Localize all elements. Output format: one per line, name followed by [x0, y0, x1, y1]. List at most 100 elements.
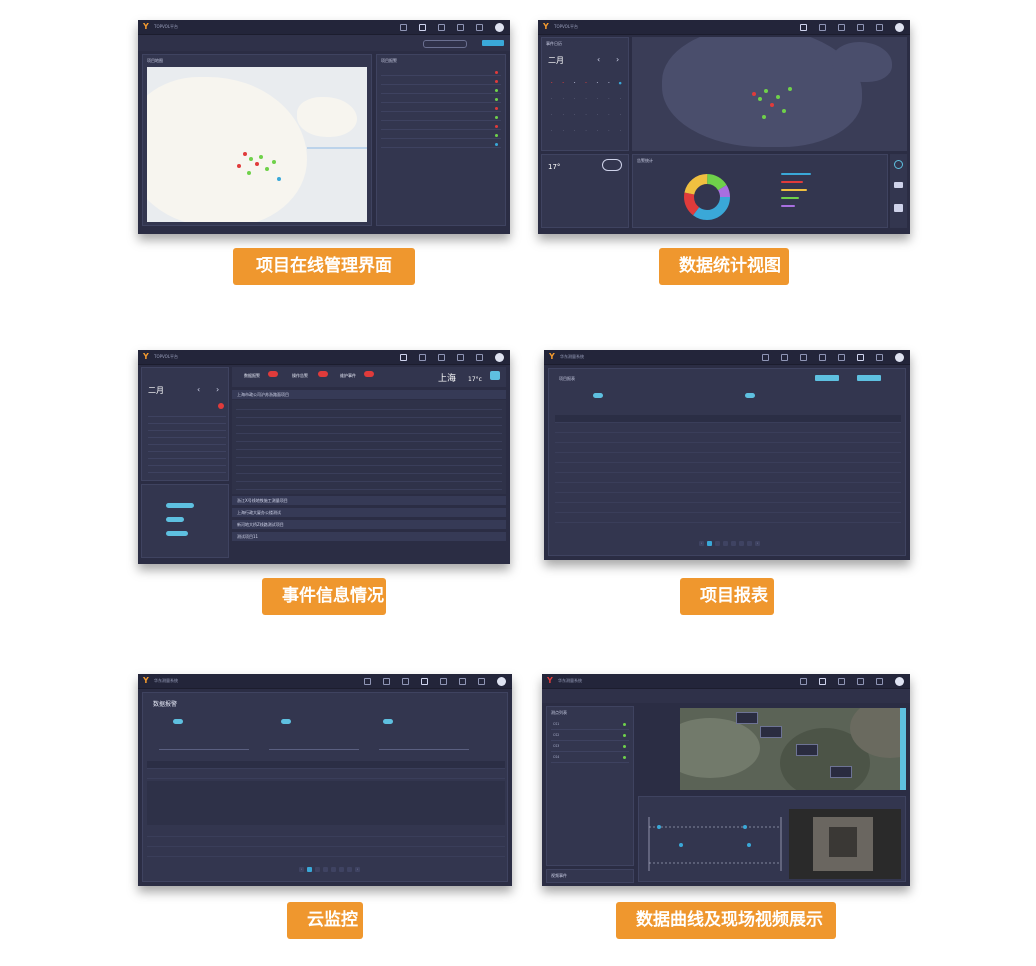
accordion-header[interactable]: 新河地大桥Z线路测试项目 — [232, 520, 506, 530]
list-icon[interactable] — [402, 677, 409, 685]
table-row[interactable] — [236, 450, 502, 458]
home-icon[interactable] — [800, 677, 807, 685]
list-item[interactable] — [381, 123, 501, 130]
home-icon[interactable] — [400, 23, 407, 31]
accordion-header[interactable]: 上海行政大厦办公楼测试 — [232, 508, 506, 518]
map-marker[interactable] — [259, 155, 263, 159]
donut-chart[interactable] — [677, 169, 737, 225]
report-icon[interactable] — [857, 353, 864, 361]
table-row[interactable] — [236, 466, 502, 474]
tab-data-alarm[interactable]: 数据报警 — [244, 373, 260, 379]
table-row[interactable] — [236, 474, 502, 482]
table-row[interactable] — [555, 425, 901, 433]
calendar-grid[interactable]: • • • • • • ● · · · · · · · · · · · · · · · · · · · · · — [546, 80, 626, 144]
gear-icon[interactable] — [476, 353, 483, 361]
map-marker[interactable] — [762, 115, 766, 119]
list-icon[interactable] — [819, 23, 826, 31]
list-item[interactable]: CS1 — [551, 721, 629, 730]
home-icon[interactable] — [781, 353, 788, 361]
tab-maintenance[interactable]: 维护事件 — [340, 373, 356, 379]
avatar[interactable] — [495, 352, 504, 362]
accordion-header[interactable]: 浙江X号线地铁施工测量项目 — [232, 496, 506, 506]
gear-icon[interactable] — [876, 677, 883, 685]
map-marker[interactable] — [277, 177, 281, 181]
car-icon[interactable] — [894, 182, 903, 188]
table-row[interactable] — [555, 455, 901, 463]
list-item[interactable] — [381, 114, 501, 121]
table-row[interactable] — [555, 475, 901, 483]
table-row[interactable] — [555, 435, 901, 443]
map-marker[interactable] — [752, 92, 756, 96]
table-row[interactable] — [555, 505, 901, 513]
avatar[interactable] — [495, 22, 504, 32]
table-row[interactable] — [555, 495, 901, 503]
monitor-icon[interactable] — [838, 677, 845, 685]
table-row[interactable] — [236, 418, 502, 426]
stats-map[interactable] — [632, 37, 907, 151]
curve-chart[interactable] — [645, 807, 785, 877]
map-marker[interactable] — [243, 152, 247, 156]
filter-select[interactable] — [379, 743, 469, 750]
table-row[interactable] — [236, 458, 502, 466]
monitor-icon[interactable] — [421, 677, 428, 685]
accordion-header[interactable]: 测试项目11 — [232, 532, 506, 542]
calendar-grid[interactable] — [148, 410, 226, 474]
table-row[interactable] — [147, 849, 505, 857]
briefcase-icon[interactable] — [838, 353, 845, 361]
monitor-icon[interactable] — [838, 23, 845, 31]
search-button[interactable] — [482, 40, 504, 46]
tab-operation-alarm[interactable]: 操作告警 — [292, 373, 308, 379]
project-map[interactable] — [147, 67, 367, 222]
next-month-icon[interactable]: › — [216, 385, 219, 394]
list-icon[interactable] — [419, 353, 426, 361]
filter-select[interactable] — [269, 743, 359, 750]
list-item[interactable] — [381, 87, 501, 94]
filter-select[interactable] — [159, 743, 249, 750]
home-icon[interactable] — [383, 677, 390, 685]
avatar[interactable] — [895, 22, 904, 32]
map-marker[interactable] — [247, 171, 251, 175]
map-marker[interactable] — [758, 97, 762, 101]
map-marker[interactable] — [249, 157, 253, 161]
back-icon[interactable] — [364, 677, 371, 685]
map-marker[interactable] — [776, 95, 780, 99]
map-marker[interactable] — [237, 164, 241, 168]
table-row[interactable] — [147, 771, 505, 779]
list-item[interactable]: CS2 — [551, 732, 629, 741]
list-item[interactable]: CS4 — [551, 754, 629, 763]
map-marker[interactable] — [272, 160, 276, 164]
map-marker[interactable] — [782, 109, 786, 113]
map-marker[interactable] — [265, 167, 269, 171]
settings-icon[interactable] — [894, 160, 903, 169]
briefcase-icon[interactable] — [457, 23, 464, 31]
gear-icon[interactable] — [478, 677, 485, 685]
briefcase-icon[interactable] — [440, 677, 447, 685]
satellite-map[interactable] — [680, 708, 900, 790]
prev-month-icon[interactable]: ‹ — [197, 385, 200, 394]
chart-icon[interactable] — [894, 204, 903, 212]
home-icon[interactable] — [400, 353, 407, 361]
map-marker[interactable] — [788, 87, 792, 91]
table-row[interactable] — [555, 515, 901, 523]
monitor-icon[interactable] — [438, 353, 445, 361]
map-marker[interactable] — [770, 103, 774, 107]
live-video[interactable] — [789, 809, 901, 879]
list-item[interactable] — [381, 141, 501, 148]
gear-icon[interactable] — [476, 23, 483, 31]
list-icon[interactable] — [819, 677, 826, 685]
briefcase-icon[interactable] — [857, 23, 864, 31]
export-button[interactable] — [815, 375, 839, 381]
briefcase-icon[interactable] — [857, 677, 864, 685]
table-row[interactable] — [147, 829, 505, 837]
list-item[interactable]: CS3 — [551, 743, 629, 752]
map-marker[interactable] — [764, 89, 768, 93]
search-input[interactable] — [423, 40, 467, 48]
list-item[interactable] — [381, 96, 501, 103]
list-item[interactable] — [381, 105, 501, 112]
table-row[interactable] — [236, 426, 502, 434]
calendar-today[interactable] — [218, 403, 224, 409]
map-marker[interactable] — [255, 162, 259, 166]
table-row[interactable] — [555, 445, 901, 453]
print-button[interactable] — [857, 375, 881, 381]
back-icon[interactable] — [762, 353, 769, 361]
